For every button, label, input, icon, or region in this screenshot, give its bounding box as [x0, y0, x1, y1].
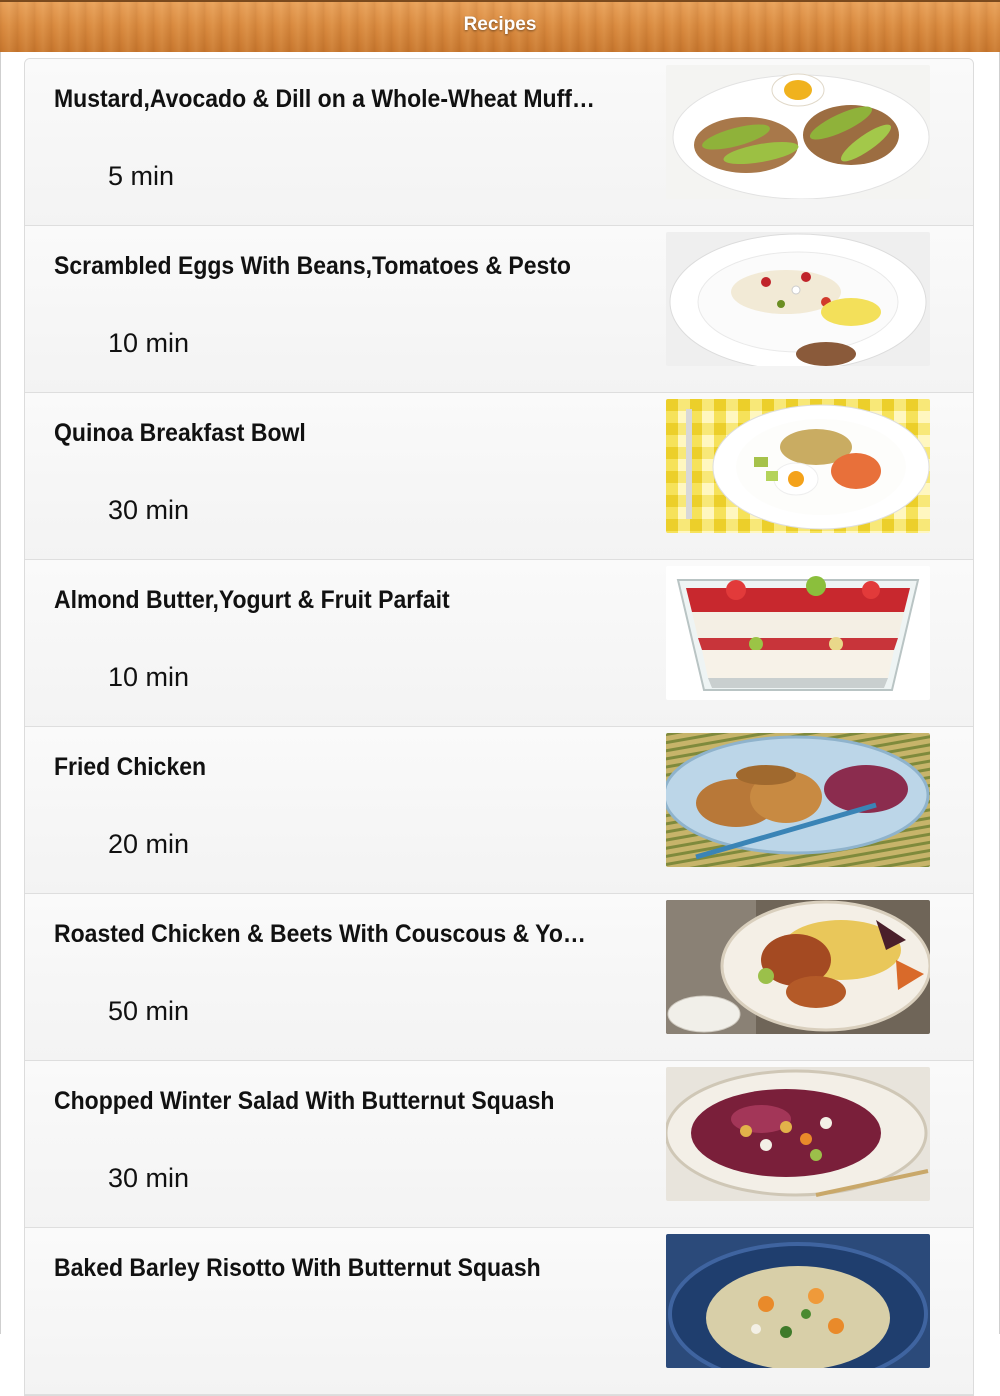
recipe-list[interactable]: Mustard,Avocado & Dill on a Whole-Wheat … [24, 58, 974, 1396]
page-title: Recipes [463, 14, 537, 35]
recipe-row[interactable]: Roasted Chicken & Beets With Couscous & … [25, 894, 973, 1061]
roasted-chicken-couscous-image [666, 900, 930, 1034]
recipe-title: Fried Chicken [54, 753, 207, 781]
recipe-time: 5 min [108, 161, 175, 191]
recipe-row[interactable]: Baked Barley Risotto With Butternut Squa… [25, 1228, 973, 1395]
recipe-title: Almond Butter,Yogurt & Fruit Parfait [54, 586, 450, 614]
scrambled-eggs-beans-image [666, 232, 930, 366]
quinoa-bowl-image [666, 399, 930, 533]
yogurt-parfait-image [666, 566, 930, 700]
recipe-row[interactable]: Mustard,Avocado & Dill on a Whole-Wheat … [25, 59, 973, 226]
recipe-title: Scrambled Eggs With Beans,Tomatoes & Pes… [54, 252, 571, 280]
recipe-time: 10 min [108, 328, 190, 358]
barley-risotto-image [666, 1234, 930, 1368]
winter-salad-image [666, 1067, 930, 1201]
recipe-time: 30 min [108, 1163, 190, 1193]
recipe-time: 20 min [108, 829, 190, 859]
recipe-time: 10 min [108, 662, 190, 692]
fried-chicken-image [666, 733, 930, 867]
recipe-row[interactable]: Almond Butter,Yogurt & Fruit Parfait 10 … [25, 560, 973, 727]
recipe-title: Baked Barley Risotto With Butternut Squa… [54, 1254, 541, 1282]
recipe-title: Mustard,Avocado & Dill on a Whole-Wheat … [54, 85, 597, 113]
navigation-bar: Recipes [0, 0, 1000, 52]
recipe-title: Quinoa Breakfast Bowl [54, 419, 306, 447]
recipe-row[interactable]: Scrambled Eggs With Beans,Tomatoes & Pes… [25, 226, 973, 393]
avocado-toast-image [666, 65, 930, 199]
recipe-row[interactable]: Fried Chicken 20 min [25, 727, 973, 894]
recipe-row[interactable]: Quinoa Breakfast Bowl 30 min [25, 393, 973, 560]
recipe-time: 30 min [108, 495, 190, 525]
recipe-title: Chopped Winter Salad With Butternut Squa… [54, 1087, 555, 1115]
recipe-time: 50 min [108, 996, 190, 1026]
recipe-row[interactable]: Chopped Winter Salad With Butternut Squa… [25, 1061, 973, 1228]
recipe-title: Roasted Chicken & Beets With Couscous & … [54, 920, 597, 948]
